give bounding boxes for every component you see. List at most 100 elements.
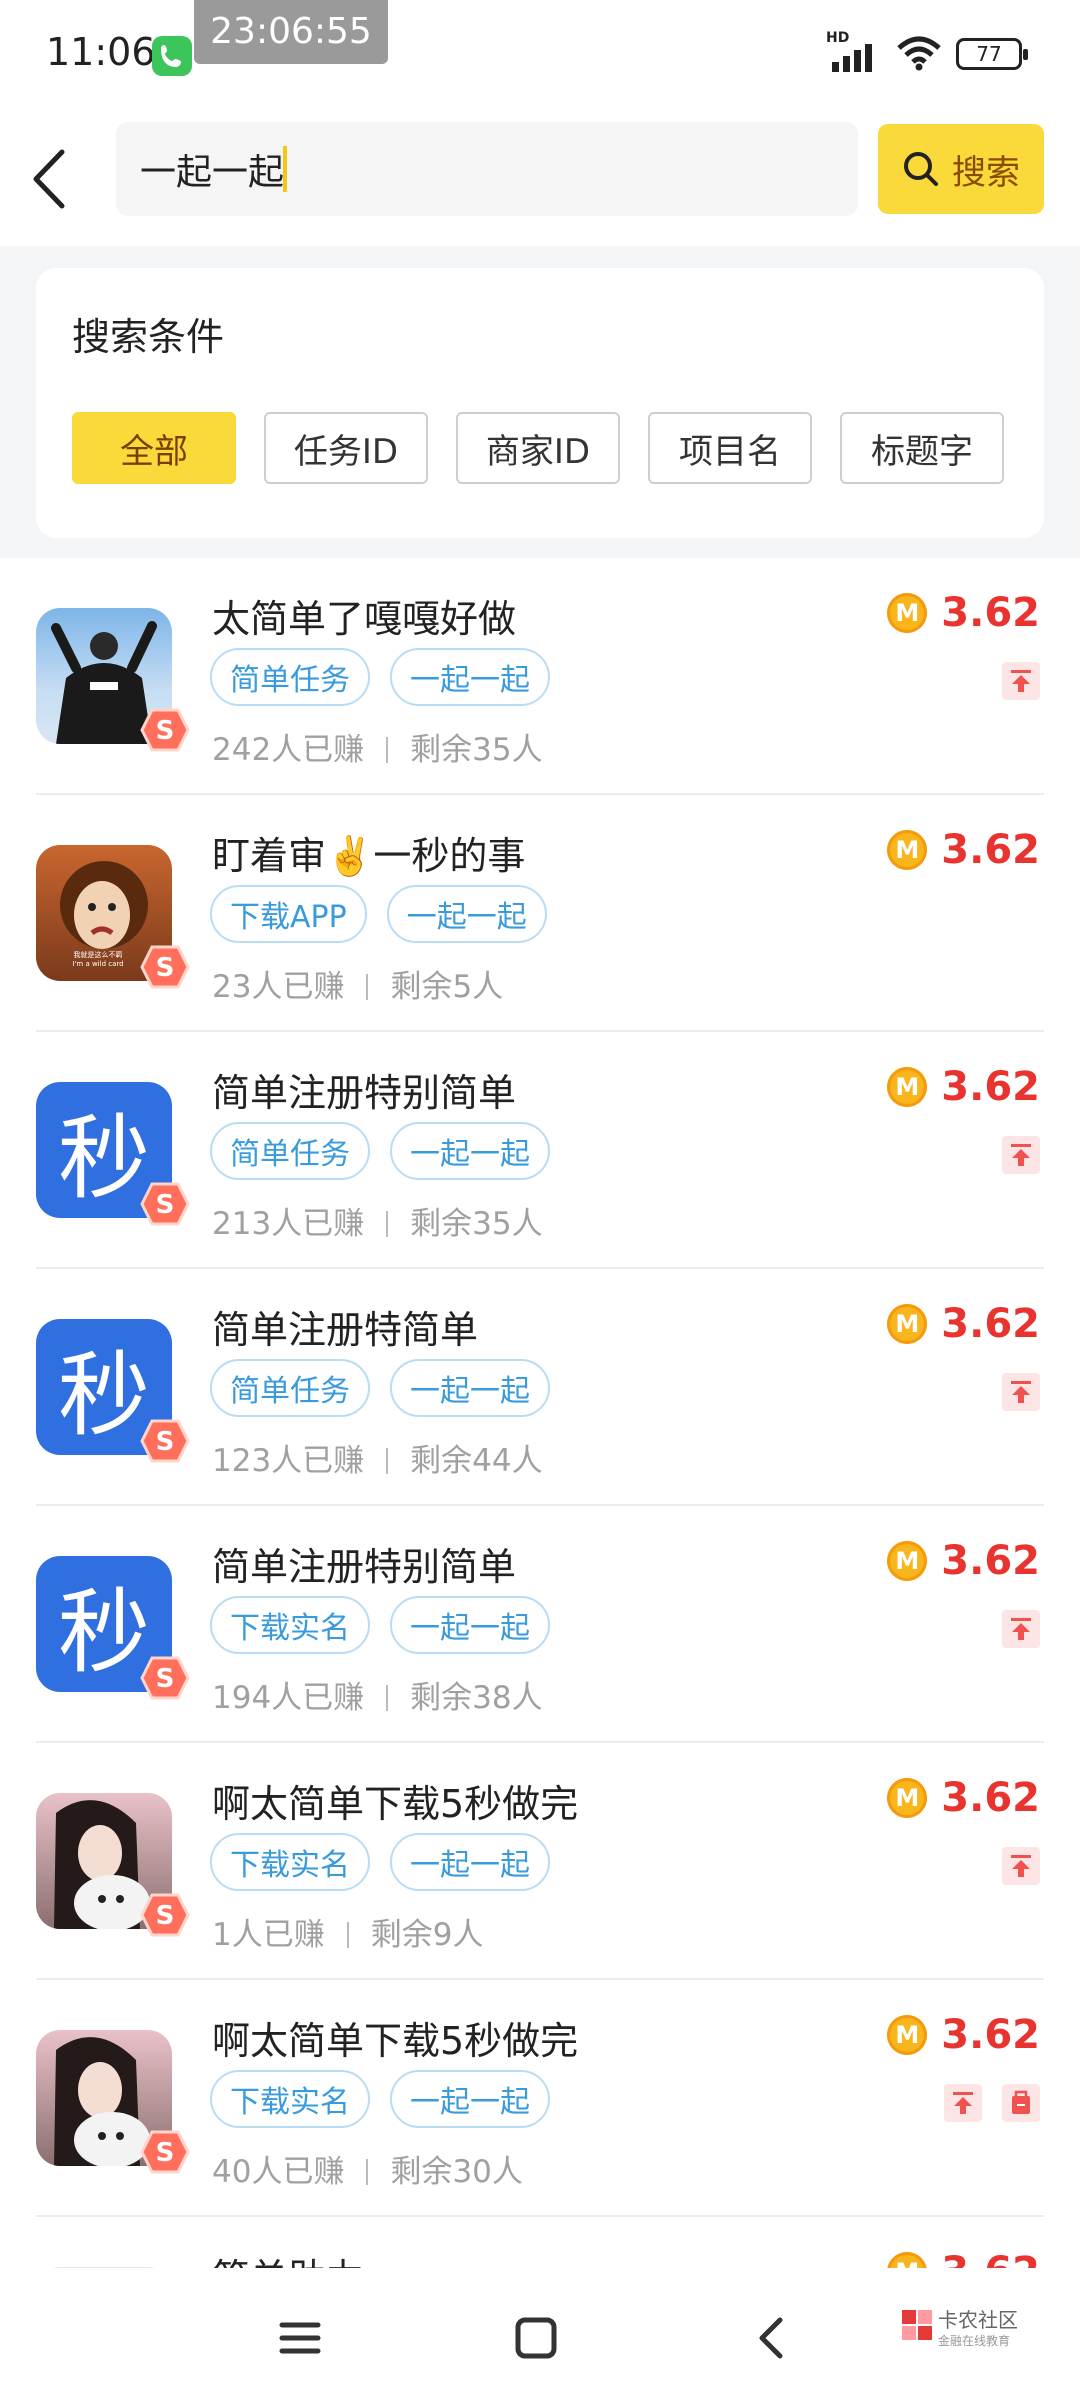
search-icon	[904, 152, 938, 186]
menu-nav-icon[interactable]	[270, 2308, 330, 2368]
phone-call-icon	[152, 36, 192, 76]
pin-top-icon	[1002, 1136, 1040, 1174]
reward-value: 3.62	[941, 1775, 1040, 1821]
task-tag: 简单任务	[210, 1359, 370, 1417]
task-tag: 下载APP	[210, 885, 367, 943]
earned-count: 213人已赚	[212, 1206, 365, 1242]
task-tag: 一起一起	[390, 2070, 550, 2128]
coin-icon: M	[887, 2252, 928, 2268]
remaining-count: 剩余5人	[390, 969, 504, 1005]
thumbnail-text: 秒	[57, 1578, 150, 1686]
filter-chip[interactable]: 全部	[72, 412, 236, 484]
s-badge-icon: S	[138, 1417, 192, 1465]
status-bar: 11:06 23:06:55 HD 77	[0, 0, 1080, 108]
task-status-icons	[1002, 1136, 1040, 1174]
s-badge-icon: S	[138, 943, 192, 991]
svg-text:S: S	[156, 953, 175, 983]
watermark-title: 卡农社区	[938, 2308, 1018, 2332]
task-row[interactable]: 秒 S 简单注册特别简单 下载实名 一起一起 194人已赚 剩余38人 M 3.62	[0, 1506, 1080, 1743]
remaining-count: 剩余38人	[410, 1680, 543, 1716]
coin-icon: M	[887, 1304, 928, 1344]
back-nav-icon[interactable]	[742, 2308, 802, 2368]
earned-count: 242人已赚	[212, 732, 365, 768]
meta-divider	[386, 1685, 389, 1711]
filter-chip[interactable]: 项目名	[648, 412, 812, 484]
filter-chip[interactable]: 标题字	[840, 412, 1004, 484]
task-row[interactable]: S 太简单了嘎嘎好做 简单任务 一起一起 242人已赚 剩余35人 M 3.62	[0, 558, 1080, 795]
task-tag: 一起一起	[390, 1833, 550, 1891]
task-stats: 1人已赚 剩余9人	[212, 1909, 483, 1954]
system-nav-bar: 卡农社区 金融在线教育	[0, 2268, 1080, 2400]
earned-count: 40人已赚	[212, 2154, 345, 2190]
overlay-clock: 23:06:55	[194, 0, 388, 64]
task-status-icons	[1002, 1373, 1040, 1411]
svg-text:S: S	[156, 1901, 175, 1931]
task-title[interactable]: 啊太简单下载5秒做完	[212, 1773, 578, 1828]
pin-top-icon	[1002, 1610, 1040, 1648]
search-input[interactable]	[140, 122, 740, 216]
filter-chip[interactable]: 任务ID	[264, 412, 428, 484]
task-tags: 简单任务 一起一起	[210, 1359, 550, 1417]
reward: M 3.62	[887, 1775, 1040, 1821]
search-conditions-card: 搜索条件 全部 任务ID 商家ID 项目名 标题字	[36, 268, 1044, 538]
task-status-icons	[1002, 1610, 1040, 1648]
task-tag: 下载实名	[210, 1833, 370, 1891]
reward-value: 3.62	[941, 1301, 1040, 1347]
task-title[interactable]: 太简单了嘎嘎好做	[212, 588, 516, 643]
pin-top-icon	[944, 2084, 982, 2122]
task-title[interactable]: 盯着审✌️一秒的事	[212, 825, 525, 880]
reward-value: 3.62	[941, 827, 1040, 873]
battery-icon: 77	[956, 38, 1028, 70]
task-row[interactable]: S 啊太简单下载5秒做完 下载实名 一起一起 1人已赚 剩余9人 M 3.62	[0, 1743, 1080, 1980]
svg-text:S: S	[156, 2138, 175, 2168]
coin-icon: M	[887, 1541, 928, 1581]
task-status-icons	[944, 2084, 1040, 2122]
search-conditions-title: 搜索条件	[72, 315, 225, 359]
meta-divider	[366, 974, 369, 1000]
task-tag: 一起一起	[390, 1596, 550, 1654]
task-row[interactable]: 简单助力 M 3.62	[0, 2217, 1080, 2268]
s-badge-icon: S	[138, 1891, 192, 1939]
search-header: 搜索	[0, 108, 1080, 246]
task-stats: 242人已赚 剩余35人	[212, 724, 543, 769]
reward-value: 3.62	[941, 1064, 1040, 1110]
task-stats: 123人已赚 剩余44人	[212, 1435, 543, 1480]
back-arrow-icon[interactable]	[28, 144, 88, 214]
status-icons: HD 77	[826, 30, 1028, 76]
earned-count: 123人已赚	[212, 1443, 365, 1479]
task-title[interactable]: 啊太简单下载5秒做完	[212, 2010, 578, 2065]
search-button[interactable]: 搜索	[878, 124, 1044, 214]
status-time: 11:06	[46, 30, 156, 74]
text-caret	[283, 146, 287, 192]
task-tag: 一起一起	[390, 1122, 550, 1180]
task-row[interactable]: 秒 S 简单注册特简单 简单任务 一起一起 123人已赚 剩余44人 M 3.62	[0, 1269, 1080, 1506]
search-field[interactable]	[116, 122, 858, 216]
task-title[interactable]: 简单注册特简单	[212, 1299, 478, 1354]
task-status-icons	[1002, 1847, 1040, 1885]
s-badge-icon: S	[138, 2128, 192, 2176]
reward-value: 3.62	[941, 2012, 1040, 2058]
filter-chip[interactable]: 商家ID	[456, 412, 620, 484]
task-row[interactable]: S 啊太简单下载5秒做完 下载实名 一起一起 40人已赚 剩余30人 M 3.62	[0, 1980, 1080, 2217]
task-row[interactable]: 我就是这么不羁 I'm a wild card S 盯着审✌️一秒的事 下载APP 一起…	[0, 795, 1080, 1032]
reward-value: 3.62	[941, 2249, 1040, 2268]
task-row[interactable]: 秒 S 简单注册特别简单 简单任务 一起一起 213人已赚 剩余35人 M 3.62	[0, 1032, 1080, 1269]
earned-count: 23人已赚	[212, 969, 345, 1005]
remaining-count: 剩余30人	[390, 2154, 523, 2190]
reward-value: 3.62	[941, 1538, 1040, 1584]
cell-signal-icon: HD	[826, 30, 882, 74]
task-title[interactable]: 简单助力	[212, 2247, 364, 2268]
thumbnail-caption: 我就是这么不羁 I'm a wild card	[72, 951, 124, 968]
wifi-icon	[897, 36, 941, 71]
watermark-logo-icon	[902, 2310, 932, 2340]
pin-top-icon	[1002, 1373, 1040, 1411]
thumbnail-text: 秒	[57, 1104, 150, 1212]
remaining-count: 剩余9人	[370, 1917, 484, 1953]
home-nav-icon[interactable]	[506, 2308, 566, 2368]
svg-text:S: S	[156, 1190, 175, 1220]
task-tag: 一起一起	[386, 885, 547, 943]
task-title[interactable]: 简单注册特别简单	[212, 1062, 516, 1117]
task-tag: 下载实名	[210, 2070, 370, 2128]
task-title[interactable]: 简单注册特别简单	[212, 1536, 516, 1591]
meta-divider	[386, 1448, 389, 1474]
